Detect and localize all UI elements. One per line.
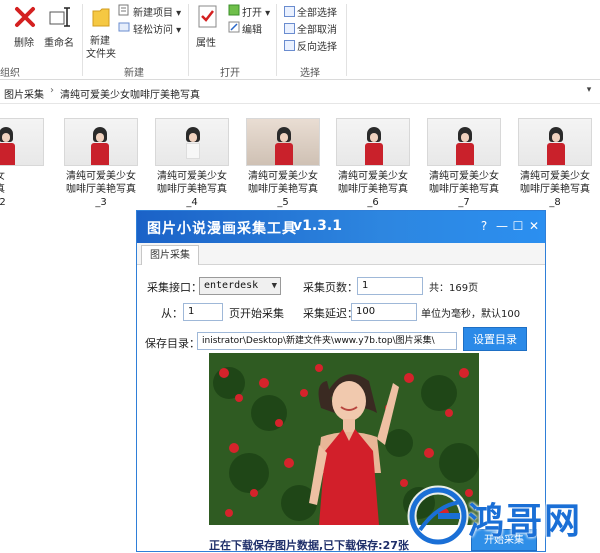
properties-icon[interactable] [198,5,218,32]
file-item[interactable]: 清纯可爱美少女 咖啡厅美艳写真 _5 [238,170,328,209]
open-button[interactable]: 打开 ▾ [242,4,270,19]
open-label: 打开 [242,8,262,19]
select-all-button[interactable]: 全部选择 [284,4,337,19]
new-folder-icon[interactable] [92,6,110,31]
file-thumbnail[interactable] [518,118,592,166]
start-page-label: 页开始采集 [229,307,284,320]
select-group-label: 选择 [300,68,320,79]
file-name-line2: 咖啡厅美艳写真 [248,184,318,195]
file-name-number: _3 [95,197,107,208]
breadcrumb-current[interactable]: 清纯可爱美少女咖啡厅美艳写真 [60,86,200,101]
file-name-line1: 清纯可爱美少女 [248,171,318,182]
file-name-line1: 清纯可爱美少女 [66,171,136,182]
file-item[interactable]: 清纯可爱美少女 咖啡厅美艳写真 _6 [328,170,418,209]
invert-selection-icon [284,40,295,51]
file-name-number: _4 [186,197,198,208]
select-none-icon [284,23,295,34]
interface-label: 采集接口： [147,281,202,294]
set-directory-button[interactable]: 设置目录 [463,327,527,351]
window-version: v1.3.1 [293,218,342,234]
file-name-line2: 咖啡厅美艳写真 [157,184,227,195]
from-label: 从： [161,307,183,320]
file-thumbnail[interactable] [0,118,44,166]
easy-access-icon [118,21,130,36]
breadcrumb-separator-icon[interactable]: › [50,85,54,96]
new-folder-button-line2[interactable]: 文件夹 [86,45,116,60]
file-name-number: _5 [277,197,289,208]
watermark-text: 鸿哥网 [468,501,583,542]
address-dropdown-icon[interactable]: ▾ [582,85,596,99]
delay-unit-label: 单位为毫秒，默认100 [421,309,521,320]
ribbon-toolbar: 删除 重命名 组织 新建 文件夹 新建项目 ▾ 轻松访问 ▾ 新建 属性 打开 … [0,0,600,80]
save-dir-input[interactable]: inistrator\Desktop\新建文件夹\www.y7b.top\图片采… [197,332,457,350]
tab-strip: 图片采集 [137,243,545,265]
interface-select[interactable]: enterdesk ▼ [199,277,281,295]
watermark-logo: 鸿哥网 [402,484,598,548]
new-item-label: 新建项目 [133,8,173,19]
properties-button[interactable]: 属性 [196,34,216,49]
delay-input[interactable]: 100 [351,303,417,321]
organize-group-label: 组织 [0,68,20,79]
file-thumbnail[interactable] [64,118,138,166]
window-title: 图片小说漫画采集工具 [147,221,297,237]
file-item[interactable]: 清纯可爱美少女 咖啡厅美艳写真 _7 [419,170,509,209]
delete-icon[interactable] [14,6,36,31]
close-icon[interactable]: ✕ [525,217,543,235]
select-all-label: 全部选择 [297,8,337,19]
save-dir-label: 保存目录： [145,337,200,350]
file-name-line1: 清纯可爱美少女 [520,171,590,182]
file-name-line1: 女 [0,170,45,183]
from-page-input[interactable]: 1 [183,303,223,321]
file-item[interactable]: 女 真 _2 [0,170,45,209]
file-name-line1: 清纯可爱美少女 [429,171,499,182]
rename-button[interactable]: 重命名 [44,34,74,49]
file-thumbnail[interactable] [427,118,501,166]
invert-selection-label: 反向选择 [297,42,337,53]
file-name-number: _6 [367,197,379,208]
pages-label: 采集页数： [303,281,358,294]
file-name-line1: 清纯可爱美少女 [338,171,408,182]
file-name-number: _7 [458,197,470,208]
help-icon[interactable]: ? [475,217,493,235]
rename-icon[interactable] [48,6,72,31]
file-name-line2: 咖啡厅美艳写真 [520,184,590,195]
new-item-icon [118,4,130,19]
file-item[interactable]: 清纯可爱美少女 咖啡厅美艳写真 _4 [147,170,237,209]
file-name-number: _8 [549,197,561,208]
address-bar[interactable]: 图片采集 › 清纯可爱美少女咖啡厅美艳写真 ▾ [0,82,600,104]
total-pages-label: 共：169页 [429,283,479,294]
delete-button[interactable]: 删除 [14,34,34,49]
status-text: 正在下载保存图片数据,已下载保存:27张 [209,539,409,552]
tab-image-collect[interactable]: 图片采集 [141,245,199,265]
open-group-label: 打开 [220,68,240,79]
window-title-bar[interactable]: 图片小说漫画采集工具 v1.3.1 ? — ☐ ✕ [137,211,545,243]
open-icon [228,4,240,19]
interface-select-value: enterdesk [204,280,259,291]
file-name-line2: 咖啡厅美艳写真 [429,184,499,195]
file-item[interactable]: 清纯可爱美少女 咖啡厅美艳写真 _3 [56,170,146,209]
easy-access-label: 轻松访问 [133,25,173,36]
invert-selection-button[interactable]: 反向选择 [284,38,337,53]
select-all-icon [284,6,295,17]
edit-icon [228,21,240,36]
file-thumbnail[interactable] [336,118,410,166]
edit-button[interactable]: 编辑 [242,21,262,36]
easy-access-button[interactable]: 轻松访问 ▾ [133,21,181,36]
file-thumbnail[interactable] [246,118,320,166]
file-name-number: _2 [0,197,6,208]
file-name-line2: 咖啡厅美艳写真 [338,184,408,195]
delay-label: 采集延迟： [303,307,358,320]
file-item[interactable]: 清纯可爱美少女 咖啡厅美艳写真 _8 [510,170,600,209]
chevron-down-icon[interactable]: ▼ [272,278,277,294]
new-item-button[interactable]: 新建项目 ▾ [133,4,181,19]
file-name-line1: 清纯可爱美少女 [157,171,227,182]
file-thumbnail[interactable] [155,118,229,166]
new-group-label: 新建 [124,68,144,79]
select-none-label: 全部取消 [297,25,337,36]
pages-input[interactable]: 1 [357,277,423,295]
file-name-line2: 咖啡厅美艳写真 [66,184,136,195]
file-name-line2: 真 [0,183,45,196]
breadcrumb-parent[interactable]: 图片采集 [4,86,44,101]
select-none-button[interactable]: 全部取消 [284,21,337,36]
